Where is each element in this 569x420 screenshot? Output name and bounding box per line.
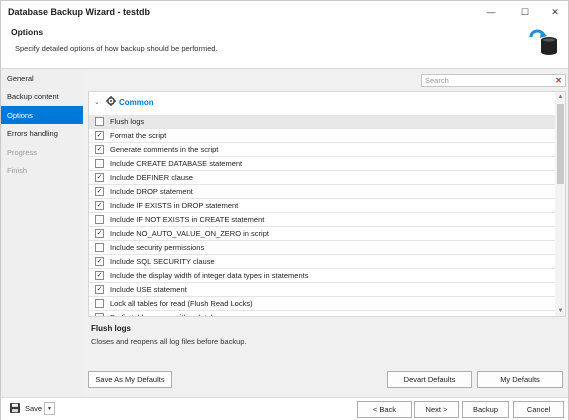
option-row[interactable]: ✓ Include NO_AUTO_VALUE_ON_ZERO in script [89, 227, 555, 241]
page-header: Options Specify detailed options of how … [1, 23, 568, 67]
option-label: Include security permissions [110, 243, 205, 252]
sidebar-item-progress: Progress [1, 143, 83, 161]
option-checkbox[interactable]: ✓ [95, 285, 104, 294]
category-label: Common [119, 98, 154, 107]
sidebar-item-finish: Finish [1, 161, 83, 179]
options-panel: Search ✕ ⌄ Common Flush logs ✓ Format the … [83, 69, 568, 397]
description-text: Closes and reopens all log files before … [91, 337, 247, 346]
option-checkbox[interactable]: ✓ [95, 271, 104, 280]
search-input[interactable]: Search ✕ [421, 74, 566, 87]
sidebar-item-errors-handling[interactable]: Errors handling [1, 124, 83, 142]
sidebar-item-general[interactable]: General [1, 69, 83, 87]
save-button[interactable]: Save [25, 404, 42, 413]
sidebar-item-label: Errors handling [7, 128, 58, 138]
sidebar-item-label: Options [7, 110, 33, 120]
option-checkbox[interactable]: ✓ [95, 187, 104, 196]
sidebar-item-backup-content[interactable]: Backup content [1, 87, 83, 105]
option-checkbox[interactable]: ✓ [95, 145, 104, 154]
option-label: Format the script [110, 131, 167, 140]
minimize-button[interactable]: — [479, 4, 503, 20]
option-row[interactable]: ✓ Include the display width of integer da… [89, 269, 555, 283]
backup-wizard-window: Database Backup Wizard - testdb — ☐ ✕ Op… [0, 0, 569, 420]
option-checkbox[interactable]: ✓ [95, 229, 104, 238]
option-label: Include NO_AUTO_VALUE_ON_ZERO in script [110, 229, 269, 238]
option-row[interactable]: ✓ Include USE statement [89, 283, 555, 297]
description-title: Flush logs [91, 324, 131, 333]
search-placeholder: Search [425, 76, 449, 85]
footer-bar: Save ▼ < Back Next > Backup Cancel [1, 397, 568, 420]
option-label: Include SQL SECURITY clause [110, 257, 215, 266]
clear-search-icon[interactable]: ✕ [555, 76, 562, 85]
option-label: Include IF NOT EXISTS in CREATE statemen… [110, 215, 265, 224]
option-label: Flush logs [110, 117, 145, 126]
back-button[interactable]: < Back [357, 401, 412, 418]
option-list: Flush logs ✓ Format the script ✓ Generate co… [89, 115, 555, 316]
options-grid: ⌄ Common Flush logs ✓ Format the script ✓ Ge… [88, 91, 566, 317]
option-row[interactable]: ✓ Include DROP statement [89, 185, 555, 199]
option-checkbox[interactable] [95, 313, 104, 316]
option-row[interactable]: Include security permissions [89, 241, 555, 255]
option-row[interactable]: ✓ Generate comments in the script [89, 143, 555, 157]
maximize-button[interactable]: ☐ [513, 4, 537, 20]
category-header-common[interactable]: ⌄ Common [89, 92, 555, 113]
scrollbar-thumb[interactable] [557, 104, 564, 184]
backup-button[interactable]: Backup [462, 401, 509, 418]
page-title: Options [11, 27, 44, 37]
option-label: Include DROP statement [110, 187, 193, 196]
page-subtitle: Specify detailed options of how backup s… [15, 44, 218, 53]
option-checkbox[interactable]: ✓ [95, 201, 104, 210]
my-defaults-button[interactable]: My Defaults [477, 371, 563, 388]
vertical-scrollbar[interactable]: ▲ ▼ [555, 92, 565, 316]
cancel-button[interactable]: Cancel [513, 401, 564, 418]
wizard-sidebar: General Backup content Options Errors ha… [1, 69, 83, 397]
scroll-up-icon[interactable]: ▲ [555, 92, 565, 102]
option-label: Include CREATE DATABASE statement [110, 159, 243, 168]
sidebar-item-options[interactable]: Options [1, 106, 83, 124]
option-checkbox[interactable]: ✓ [95, 131, 104, 140]
option-label: Lock all tables for read (Flush Read Loc… [110, 299, 253, 308]
option-row[interactable]: Lock all tables for read (Flush Read Loc… [89, 297, 555, 311]
sidebar-item-label: General [7, 73, 34, 83]
option-checkbox[interactable]: ✓ [95, 257, 104, 266]
database-backup-icon [529, 29, 557, 55]
option-label: Generate comments in the script [110, 145, 219, 154]
devart-defaults-button[interactable]: Devart Defaults [387, 371, 472, 388]
option-row[interactable]: ✓ Include IF EXISTS in DROP statement [89, 199, 555, 213]
option-row[interactable]: ✓ Include SQL SECURITY clause [89, 255, 555, 269]
option-label: Include IF EXISTS in DROP statement [110, 201, 239, 210]
option-label: Prefix table names with a database name [110, 313, 248, 316]
next-button[interactable]: Next > [414, 401, 459, 418]
save-as-my-defaults-button[interactable]: Save As My Defaults [88, 371, 172, 388]
option-row[interactable]: Prefix table names with a database name [89, 311, 555, 316]
option-row[interactable]: Include CREATE DATABASE statement [89, 157, 555, 171]
chevron-down-icon[interactable]: ⌄ [94, 98, 100, 106]
option-label: Include USE statement [110, 285, 187, 294]
option-row[interactable]: Flush logs [89, 115, 555, 129]
close-button[interactable]: ✕ [543, 4, 567, 20]
option-label: Include DEFINER clause [110, 173, 193, 182]
option-checkbox[interactable] [95, 117, 104, 126]
option-checkbox[interactable]: ✓ [95, 173, 104, 182]
sidebar-item-label: Backup content [7, 91, 59, 101]
window-title: Database Backup Wizard - testdb [8, 7, 150, 17]
floppy-disk-icon[interactable] [10, 403, 20, 413]
option-row[interactable]: ✓ Format the script [89, 129, 555, 143]
option-row[interactable]: Include IF NOT EXISTS in CREATE statemen… [89, 213, 555, 227]
option-checkbox[interactable] [95, 159, 104, 168]
option-row[interactable]: ✓ Include DEFINER clause [89, 171, 555, 185]
option-label: Include the display width of integer dat… [110, 271, 309, 280]
option-checkbox[interactable] [95, 299, 104, 308]
scroll-down-icon[interactable]: ▼ [555, 306, 565, 316]
sidebar-item-label: Finish [7, 165, 28, 175]
option-checkbox[interactable] [95, 215, 104, 224]
option-checkbox[interactable] [95, 243, 104, 252]
title-bar: Database Backup Wizard - testdb — ☐ ✕ [1, 1, 568, 23]
sidebar-item-label: Progress [7, 147, 38, 157]
save-dropdown-chevron-icon[interactable]: ▼ [44, 402, 55, 415]
gear-icon [106, 96, 116, 106]
